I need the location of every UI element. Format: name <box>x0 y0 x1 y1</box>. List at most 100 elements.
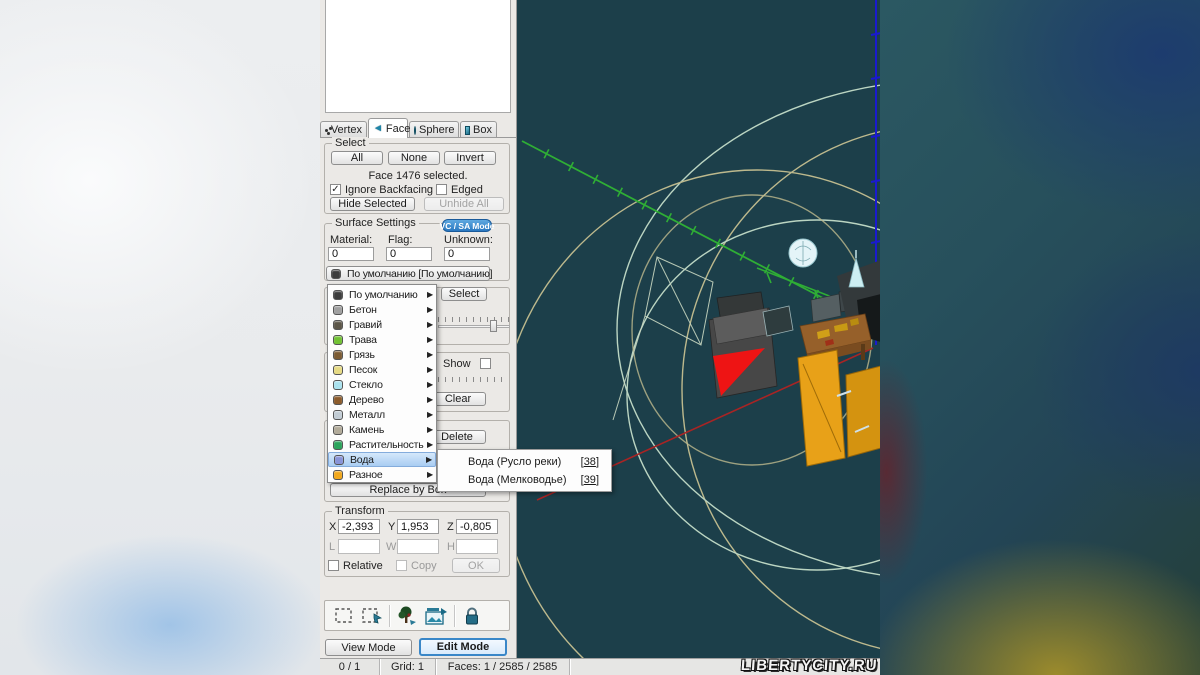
toolbar-separator <box>454 605 455 627</box>
status-faces: Faces: 1 / 2585 / 2585 <box>436 659 570 675</box>
relative-label: Relative <box>343 560 383 572</box>
slider-ticks-2 <box>438 377 508 382</box>
export-image-icon[interactable] <box>424 605 448 627</box>
material-menu-item[interactable]: Грязь▶ <box>328 347 436 362</box>
material-menu-item[interactable]: Разное▶ <box>328 467 436 482</box>
l-field[interactable] <box>338 539 380 554</box>
lock-icon[interactable] <box>461 605 483 627</box>
hide-selected-button[interactable]: Hide Selected <box>330 197 415 211</box>
material-menu-item[interactable]: Металл▶ <box>328 407 436 422</box>
submenu-arrow-icon: ▶ <box>427 335 433 344</box>
edged-checkbox[interactable] <box>436 184 447 195</box>
y-field[interactable]: 1,953 <box>397 519 439 534</box>
x-field[interactable]: -2,393 <box>338 519 380 534</box>
material-field[interactable]: 0 <box>328 247 374 261</box>
material-swatch <box>333 410 343 420</box>
unknown-label: Unknown: <box>444 234 493 246</box>
material-menu-item[interactable]: Гравий▶ <box>328 317 436 332</box>
bottom-toolbar <box>324 600 510 631</box>
flag-label: Flag: <box>388 234 412 246</box>
default-material-swatch <box>331 269 341 279</box>
tab-sphere[interactable]: Sphere <box>409 121 459 138</box>
slider-1[interactable] <box>438 325 510 328</box>
material-label: Камень <box>349 424 427 436</box>
submenu-arrow-icon: ▶ <box>427 290 433 299</box>
submenu-arrow-icon: ▶ <box>427 395 433 404</box>
object-list[interactable] <box>325 0 511 113</box>
viewport-3d[interactable] <box>516 0 880 658</box>
show-checkbox[interactable] <box>480 358 491 369</box>
material-menu-item[interactable]: Трава▶ <box>328 332 436 347</box>
unhide-all-button[interactable]: Unhide All <box>424 197 504 211</box>
tab-face[interactable]: ◄ Face <box>368 118 408 138</box>
default-material-label: По умолчанию [По умолчанию] <box>347 268 492 280</box>
material-menu-item[interactable]: Стекло▶ <box>328 377 436 392</box>
tab-box[interactable]: Box <box>460 121 497 138</box>
submenu-arrow-icon: ▶ <box>427 380 433 389</box>
submenu-arrow-icon: ▶ <box>427 470 433 479</box>
material-menu-item[interactable]: Дерево▶ <box>328 392 436 407</box>
show-label: Show <box>443 358 471 370</box>
marquee-select-icon[interactable] <box>333 605 355 627</box>
material-label: Material: <box>330 234 372 246</box>
submenu-arrow-icon: ▶ <box>427 320 433 329</box>
z-field[interactable]: -0,805 <box>456 519 498 534</box>
face-icon: ◄ <box>373 124 383 134</box>
x-label: X <box>329 521 336 533</box>
material-menu-item[interactable]: Камень▶ <box>328 422 436 437</box>
water-submenu: Вода (Русло реки)[38]Вода (Мелководье)[3… <box>437 449 612 492</box>
select-none-button[interactable]: None <box>388 151 440 165</box>
material-menu-item[interactable]: Песок▶ <box>328 362 436 377</box>
l-label: L <box>329 541 335 553</box>
box-icon <box>465 126 470 135</box>
tree-icon[interactable] <box>396 605 418 627</box>
transform-ok-button[interactable]: OK <box>452 558 500 573</box>
material-label: Грязь <box>349 349 427 361</box>
side-select-button[interactable]: Select <box>441 287 487 301</box>
tab-box-label: Box <box>473 124 492 136</box>
transform-title: Transform <box>332 505 388 517</box>
tab-vertex[interactable]: Vertex <box>320 121 367 138</box>
material-swatch <box>333 365 343 375</box>
vc-sa-mode-button[interactable]: VC / SA Mode <box>442 219 492 232</box>
view-mode-button[interactable]: View Mode <box>325 639 412 656</box>
material-swatch <box>334 455 344 465</box>
slider-ticks-1 <box>438 317 510 322</box>
relative-checkbox[interactable] <box>328 560 339 571</box>
blurred-background-left <box>0 0 320 675</box>
material-label: Вода <box>350 454 426 466</box>
ignore-backfacing-checkbox[interactable]: ✓ <box>330 184 341 195</box>
unknown-field[interactable]: 0 <box>444 247 490 261</box>
copy-label: Copy <box>411 560 437 572</box>
select-invert-button[interactable]: Invert <box>444 151 496 165</box>
material-menu-item[interactable]: Вода▶ <box>328 452 436 467</box>
watermark: LIBERTYCITY.RU <box>741 657 879 674</box>
water-option-key: [38] <box>581 456 599 468</box>
water-submenu-item[interactable]: Вода (Мелководье)[39] <box>438 471 611 489</box>
vertex-icon <box>325 129 328 132</box>
material-label: По умолчанию <box>349 289 427 301</box>
copy-checkbox[interactable] <box>396 560 407 571</box>
status-grid: Grid: 1 <box>380 659 436 675</box>
slider-1-thumb[interactable] <box>490 320 497 332</box>
sphere-icon <box>414 126 416 135</box>
flag-field[interactable]: 0 <box>386 247 432 261</box>
material-menu-item[interactable]: По умолчанию▶ <box>328 287 436 302</box>
material-menu-item[interactable]: Бетон▶ <box>328 302 436 317</box>
submenu-arrow-icon: ▶ <box>427 350 433 359</box>
material-label: Песок <box>349 364 427 376</box>
water-option-key: [39] <box>581 474 599 486</box>
water-submenu-item[interactable]: Вода (Русло реки)[38] <box>438 453 611 471</box>
w-field[interactable] <box>397 539 439 554</box>
material-label: Растительность <box>349 439 427 451</box>
material-menu-item[interactable]: Растительность▶ <box>328 437 436 452</box>
material-label: Дерево <box>349 394 427 406</box>
submenu-arrow-icon: ▶ <box>426 455 432 464</box>
edit-mode-button[interactable]: Edit Mode <box>419 638 507 656</box>
material-swatch <box>333 395 343 405</box>
default-material-button[interactable]: По умолчанию [По умолчанию] <box>326 266 490 281</box>
marquee-move-icon[interactable] <box>361 605 383 627</box>
clear-button[interactable]: Clear <box>430 392 486 406</box>
h-field[interactable] <box>456 539 498 554</box>
select-all-button[interactable]: All <box>331 151 383 165</box>
